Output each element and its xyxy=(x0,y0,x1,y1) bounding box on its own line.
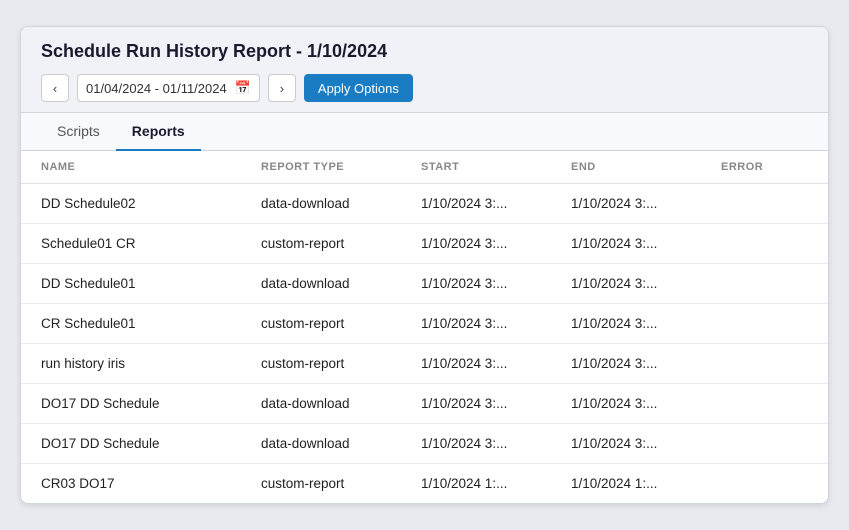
cell-name: Schedule01 CR xyxy=(21,224,241,264)
page-title: Schedule Run History Report - 1/10/2024 xyxy=(41,41,808,62)
cell-end: 1/10/2024 3:... xyxy=(551,304,701,344)
cell-error xyxy=(701,464,828,504)
calendar-icon: 📅 xyxy=(235,80,251,96)
cell-report_type: custom-report xyxy=(241,304,401,344)
table-row[interactable]: DD Schedule02data-download1/10/2024 3:..… xyxy=(21,184,828,224)
main-card: Schedule Run History Report - 1/10/2024 … xyxy=(20,26,829,504)
cell-report_type: data-download xyxy=(241,384,401,424)
cell-start: 1/10/2024 3:... xyxy=(401,184,551,224)
table-row[interactable]: DO17 DD Scheduledata-download1/10/2024 3… xyxy=(21,384,828,424)
toolbar: ‹ 01/04/2024 - 01/11/2024 📅 › Apply Opti… xyxy=(41,74,808,102)
cell-start: 1/10/2024 3:... xyxy=(401,264,551,304)
date-range-display: 01/04/2024 - 01/11/2024 📅 xyxy=(77,74,260,102)
card-header: Schedule Run History Report - 1/10/2024 … xyxy=(21,27,828,113)
cell-report_type: custom-report xyxy=(241,344,401,384)
cell-name: CR Schedule01 xyxy=(21,304,241,344)
cell-name: DD Schedule01 xyxy=(21,264,241,304)
apply-options-button[interactable]: Apply Options xyxy=(304,74,413,102)
cell-error xyxy=(701,344,828,384)
cell-error xyxy=(701,384,828,424)
col-header-start: START xyxy=(401,151,551,184)
cell-report_type: data-download xyxy=(241,264,401,304)
col-header-error: ERROR xyxy=(701,151,828,184)
cell-end: 1/10/2024 3:... xyxy=(551,264,701,304)
cell-start: 1/10/2024 3:... xyxy=(401,424,551,464)
table-row[interactable]: DD Schedule01data-download1/10/2024 3:..… xyxy=(21,264,828,304)
col-header-end: END xyxy=(551,151,701,184)
cell-error xyxy=(701,224,828,264)
table-row[interactable]: DO17 DD Scheduledata-download1/10/2024 3… xyxy=(21,424,828,464)
cell-start: 1/10/2024 3:... xyxy=(401,344,551,384)
prev-button[interactable]: ‹ xyxy=(41,74,69,102)
tab-bar: Scripts Reports xyxy=(21,113,828,151)
col-header-name: NAME xyxy=(21,151,241,184)
col-header-report-type: REPORT TYPE xyxy=(241,151,401,184)
tab-reports[interactable]: Reports xyxy=(116,113,201,151)
date-range-text: 01/04/2024 - 01/11/2024 xyxy=(86,81,227,96)
table-row[interactable]: run history iriscustom-report1/10/2024 3… xyxy=(21,344,828,384)
cell-start: 1/10/2024 3:... xyxy=(401,224,551,264)
table-header-row: NAME REPORT TYPE START END ERROR xyxy=(21,151,828,184)
cell-error xyxy=(701,304,828,344)
reports-table: NAME REPORT TYPE START END ERROR DD Sche… xyxy=(21,151,828,503)
cell-end: 1/10/2024 3:... xyxy=(551,224,701,264)
cell-report_type: custom-report xyxy=(241,224,401,264)
cell-error xyxy=(701,264,828,304)
cell-report_type: custom-report xyxy=(241,464,401,504)
table-container: NAME REPORT TYPE START END ERROR DD Sche… xyxy=(21,151,828,503)
table-row[interactable]: CR03 DO17custom-report1/10/2024 1:...1/1… xyxy=(21,464,828,504)
cell-end: 1/10/2024 3:... xyxy=(551,184,701,224)
table-row[interactable]: CR Schedule01custom-report1/10/2024 3:..… xyxy=(21,304,828,344)
cell-end: 1/10/2024 3:... xyxy=(551,424,701,464)
tab-scripts[interactable]: Scripts xyxy=(41,113,116,151)
cell-name: DD Schedule02 xyxy=(21,184,241,224)
cell-report_type: data-download xyxy=(241,424,401,464)
cell-report_type: data-download xyxy=(241,184,401,224)
cell-name: DO17 DD Schedule xyxy=(21,424,241,464)
next-button[interactable]: › xyxy=(268,74,296,102)
cell-start: 1/10/2024 3:... xyxy=(401,384,551,424)
cell-name: DO17 DD Schedule xyxy=(21,384,241,424)
cell-end: 1/10/2024 1:... xyxy=(551,464,701,504)
cell-start: 1/10/2024 3:... xyxy=(401,304,551,344)
cell-name: run history iris xyxy=(21,344,241,384)
cell-end: 1/10/2024 3:... xyxy=(551,384,701,424)
cell-end: 1/10/2024 3:... xyxy=(551,344,701,384)
cell-error xyxy=(701,184,828,224)
cell-error xyxy=(701,424,828,464)
cell-start: 1/10/2024 1:... xyxy=(401,464,551,504)
table-row[interactable]: Schedule01 CRcustom-report1/10/2024 3:..… xyxy=(21,224,828,264)
cell-name: CR03 DO17 xyxy=(21,464,241,504)
